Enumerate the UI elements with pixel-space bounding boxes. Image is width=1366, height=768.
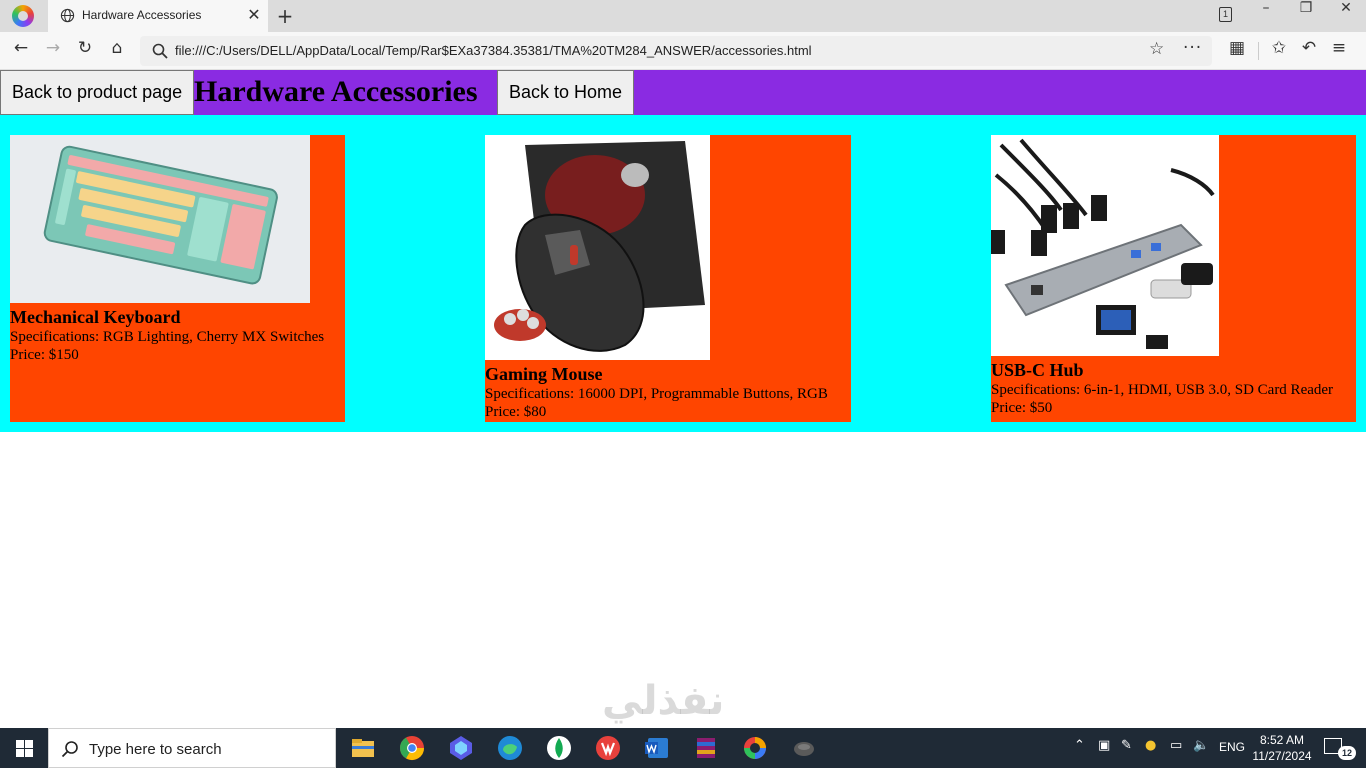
product-specs: Specifications: 6-in-1, HDMI, USB 3.0, S…: [991, 382, 1334, 398]
notification-badge: 12: [1338, 746, 1356, 760]
battery-icon[interactable]: ▭: [1170, 738, 1182, 753]
gaming-mouse-image: [485, 135, 710, 360]
back-to-product-button[interactable]: Back to product page: [0, 70, 194, 115]
restore-icon[interactable]: ❐: [1286, 0, 1326, 30]
chrome-icon[interactable]: [397, 733, 427, 763]
product-name: Gaming Mouse: [485, 364, 603, 384]
page-header: Back to product page Hardware Accessorie…: [0, 70, 1366, 115]
input-language[interactable]: ENG: [1219, 740, 1245, 754]
favorites-icon[interactable]: ✩: [1266, 38, 1292, 64]
new-tab-icon[interactable]: +: [274, 4, 296, 28]
clock-date: 11/27/2024: [1252, 749, 1312, 763]
reload-icon[interactable]: ↻: [72, 38, 98, 64]
tab-title: Hardware Accessories: [82, 8, 202, 22]
search-icon: [152, 43, 168, 59]
copilot-icon[interactable]: [446, 733, 476, 763]
product-name: USB-C Hub: [991, 360, 1084, 380]
search-icon: [61, 741, 78, 758]
forward-arrow-icon[interactable]: →: [40, 38, 66, 64]
page-title: Hardware Accessories: [194, 75, 478, 108]
globe-icon: [60, 8, 75, 23]
tab-count-icon[interactable]: 1: [1219, 7, 1232, 22]
product-card: Gaming Mouse Specifications: 16000 DPI, …: [485, 135, 851, 422]
browser-toolbar: ← → ↻ ⌂ file:///C:/Users/DELL/AppData/Lo…: [0, 32, 1366, 70]
browser-logo-icon[interactable]: [12, 5, 34, 27]
close-tab-icon[interactable]: ✕: [244, 5, 264, 25]
taskbar: Type here to search ⌃ ▣ ✎ ● ▭ 🔈 ENG 8:52…: [0, 728, 1366, 768]
product-price: Price: $50: [991, 400, 1053, 416]
windows-start-icon[interactable]: [0, 728, 48, 768]
menu-icon[interactable]: ≡: [1326, 38, 1352, 64]
product-grid: Mechanical Keyboard Specifications: RGB …: [0, 115, 1366, 432]
more-options-icon[interactable]: ···: [1183, 38, 1202, 58]
minimize-icon[interactable]: –: [1246, 0, 1286, 30]
mouse-icon: [485, 135, 710, 360]
toolbar-divider: [1258, 42, 1259, 60]
edge-icon[interactable]: [495, 733, 525, 763]
page-content: Back to product page Hardware Accessorie…: [0, 70, 1366, 728]
bookmark-star-icon[interactable]: ☆: [1149, 39, 1164, 59]
keyboard-icon: [10, 135, 310, 303]
browser-app-icon[interactable]: [740, 733, 770, 763]
taskbar-search-placeholder: Type here to search: [89, 741, 222, 758]
pen-workspace-icon[interactable]: ✎: [1121, 738, 1132, 753]
security-status-icon[interactable]: ●: [1145, 738, 1156, 753]
extensions-grid-icon[interactable]: ▦: [1224, 38, 1250, 64]
product-price: Price: $150: [10, 347, 79, 363]
pinned-app-icon[interactable]: [789, 733, 819, 763]
word-icon[interactable]: [642, 733, 672, 763]
usb-hub-icon: [991, 135, 1219, 356]
url-text[interactable]: file:///C:/Users/DELL/AppData/Local/Temp…: [175, 43, 812, 58]
back-arrow-icon[interactable]: ←: [8, 38, 34, 64]
meet-now-icon[interactable]: ▣: [1098, 738, 1110, 753]
close-window-icon[interactable]: ✕: [1326, 0, 1366, 30]
show-hidden-icons-icon[interactable]: ⌃: [1074, 738, 1085, 753]
back-to-home-button[interactable]: Back to Home: [497, 70, 634, 115]
address-bar[interactable]: file:///C:/Users/DELL/AppData/Local/Temp…: [140, 36, 1212, 66]
product-name: Mechanical Keyboard: [10, 307, 181, 327]
history-undo-icon[interactable]: ↶: [1296, 38, 1322, 64]
taskbar-search-box[interactable]: Type here to search: [48, 728, 336, 768]
mongodb-icon[interactable]: [544, 733, 574, 763]
file-explorer-icon[interactable]: [348, 733, 378, 763]
product-specs: Specifications: RGB Lighting, Cherry MX …: [10, 329, 325, 345]
system-clock[interactable]: 8:52 AM 11/27/2024: [1250, 732, 1314, 764]
browser-tab-bar: Hardware Accessories ✕ + 1 – ❐ ✕: [0, 0, 1366, 32]
product-price: Price: $80: [485, 404, 547, 420]
product-card: Mechanical Keyboard Specifications: RGB …: [10, 135, 345, 422]
volume-icon[interactable]: 🔈: [1193, 738, 1209, 753]
keyboard-image: [10, 135, 310, 303]
wps-office-icon[interactable]: [593, 733, 623, 763]
product-specs: Specifications: 16000 DPI, Programmable …: [485, 386, 828, 402]
active-tab[interactable]: Hardware Accessories ✕: [48, 0, 268, 32]
clock-time: 8:52 AM: [1259, 733, 1305, 747]
winrar-icon[interactable]: [691, 733, 721, 763]
home-icon[interactable]: ⌂: [104, 38, 130, 64]
product-card: USB-C Hub Specifications: 6-in-1, HDMI, …: [991, 135, 1356, 422]
usb-hub-image: [991, 135, 1219, 356]
notification-center-icon[interactable]: 12: [1322, 736, 1356, 760]
